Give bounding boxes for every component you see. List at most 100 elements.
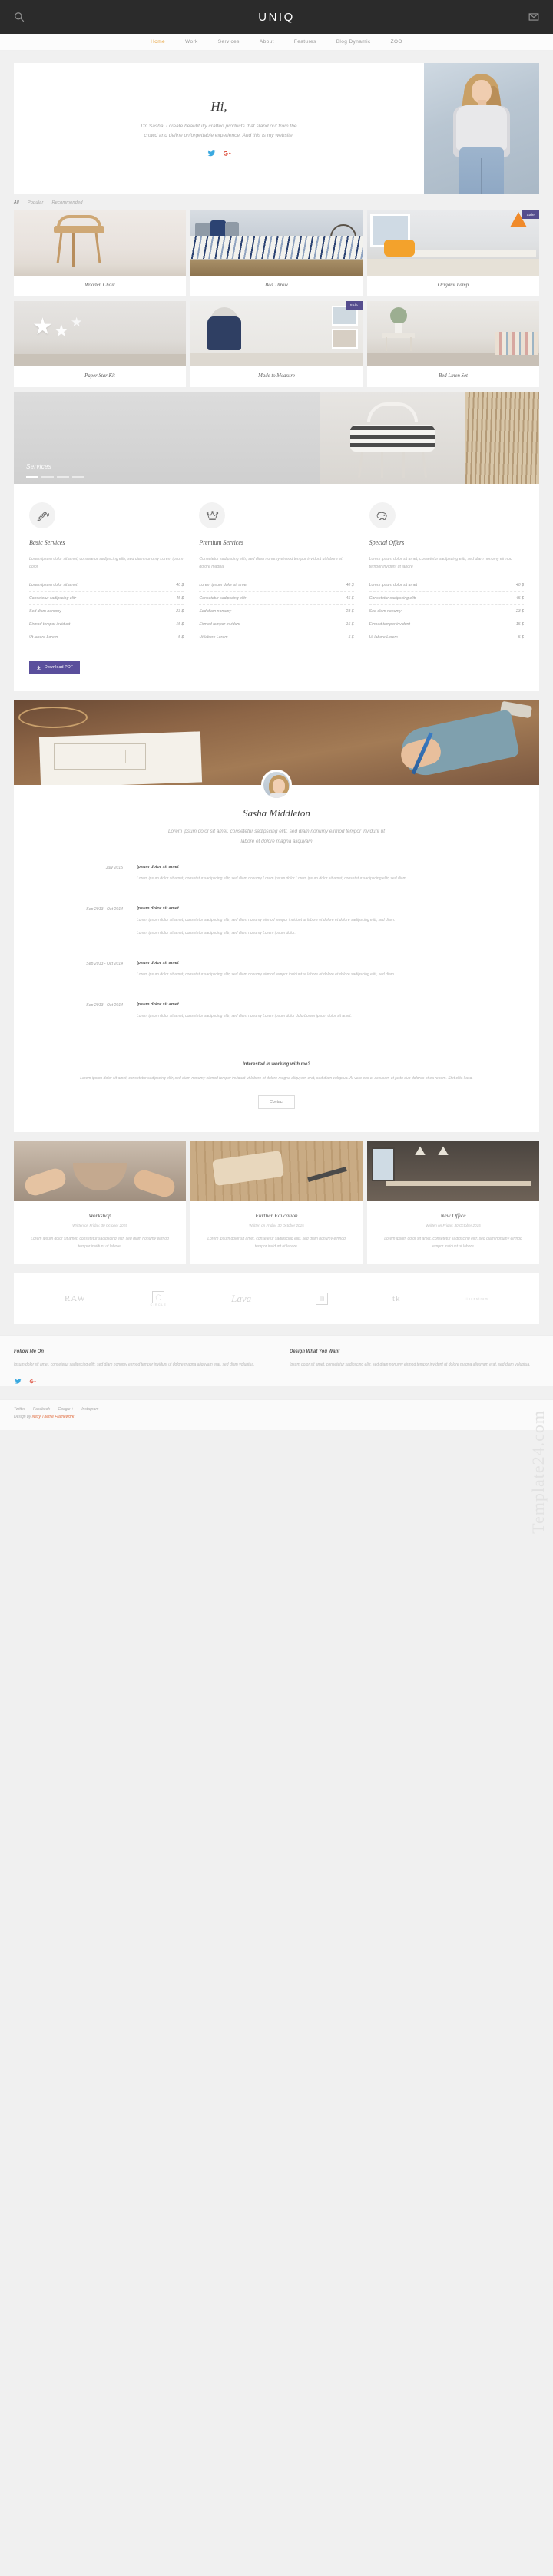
price-value: 45 $ <box>346 595 354 601</box>
client-logo-lindestrom[interactable]: lindestrom <box>465 1297 488 1300</box>
timeline-text: Lorem ipsum dolor sit amet, consetetur s… <box>137 931 296 936</box>
footer-column-follow: Follow Me On Ipsum dolor sit amet, conse… <box>14 1349 263 1386</box>
price-label: Consetetur sadipscing elitr <box>199 595 247 601</box>
blog-thumbnail[interactable] <box>367 1141 539 1202</box>
client-logo-text: Lava <box>231 1293 252 1305</box>
timeline-date: July 2015 <box>105 866 123 871</box>
banner-dot-2[interactable] <box>41 476 54 478</box>
banner-right <box>465 392 539 484</box>
banner-left <box>14 392 320 484</box>
nav-item-work[interactable]: Work <box>175 35 208 48</box>
download-pdf-button[interactable]: Download PDF <box>29 661 81 674</box>
contact-button[interactable]: Contact <box>258 1095 295 1110</box>
cta-title: Interested in working with me? <box>242 1062 310 1068</box>
page-root: UNIQ Home Work Services About Features B… <box>0 0 553 1534</box>
timeline-title: Ipsum dolor sit amet <box>137 961 179 966</box>
portfolio-item-title: Paper Star Kit <box>84 373 115 379</box>
portfolio-item[interactable]: Bed Linen Set <box>367 301 539 387</box>
blog-thumbnail[interactable] <box>190 1141 363 1202</box>
about-avatar-wrapper <box>14 769 539 800</box>
portfolio-item[interactable]: Sale Origami Lamp <box>367 210 539 296</box>
price-row: Consetetur sadipscing elitr 45 $ <box>369 592 524 605</box>
client-logo-mark[interactable]: ▤ <box>316 1293 329 1306</box>
timeline: July 2015 Ipsum dolor sit amet Lorem ips… <box>14 846 539 1058</box>
price-value: 5 $ <box>518 634 524 640</box>
footer-column-text: Ipsum dolor sit amet, consetetur sadipsc… <box>14 1362 255 1368</box>
portfolio-thumbnail[interactable] <box>14 210 186 276</box>
about-name: Sasha Middleton <box>243 806 310 819</box>
price-row: Eirmod tempor invidunt 15 $ <box>199 618 354 631</box>
google-plus-icon[interactable] <box>223 149 231 157</box>
timeline-title: Ipsum dolor sit amet <box>137 1002 179 1008</box>
price-label: Eirmod tempor invidunt <box>369 621 410 627</box>
price-value: 15 $ <box>346 621 354 627</box>
timeline-text: Lorem ipsum dolor sit amet, consetetur s… <box>137 876 408 882</box>
blog-excerpt: Lorem ipsum dolor sit amet, consetetur s… <box>31 1237 169 1250</box>
portfolio-thumbnail[interactable] <box>367 210 539 276</box>
portfolio-thumbnail[interactable] <box>190 301 363 366</box>
footer-link-google-plus[interactable]: Google + <box>58 1407 73 1412</box>
portfolio-item[interactable]: ★ ★ ★ Paper Star Kit <box>14 301 186 387</box>
banner-pagination[interactable] <box>26 476 84 478</box>
twitter-icon[interactable] <box>207 149 216 157</box>
blog-post[interactable]: Further Education Written on Friday, 30 … <box>190 1141 363 1265</box>
blog-section: Workshop Written on Friday, 30 October 2… <box>14 1141 539 1265</box>
banner-dot-3[interactable] <box>57 476 69 478</box>
price-label: Consetetur sadipscing elitr <box>369 595 416 601</box>
banner-dot-4[interactable] <box>72 476 84 478</box>
client-logo-lava[interactable]: Lava <box>231 1293 251 1305</box>
portfolio-grid: Wooden Chair Bed Throw Sale Origami Lamp… <box>0 210 553 387</box>
search-icon[interactable] <box>14 12 25 22</box>
site-logo[interactable]: UNIQ <box>0 11 553 24</box>
portfolio-item[interactable]: Sale Made to Measure <box>190 301 363 387</box>
twitter-icon[interactable] <box>14 1377 22 1386</box>
nav-item-blog-dynamic[interactable]: Blog Dynamic <box>326 35 381 48</box>
footer-column-text: Ipsum dolor sit amet, consetetur sadipsc… <box>290 1362 531 1368</box>
filter-recommended[interactable]: Recommended <box>52 200 83 205</box>
footer-link-facebook[interactable]: Facebook <box>33 1407 50 1412</box>
client-logos: RAW ◯ CIRCLE Lava ▤ tk lindestrom <box>14 1273 539 1325</box>
client-logo-circle[interactable]: ◯ CIRCLE <box>151 1291 167 1306</box>
banner-caption: Services <box>26 463 52 470</box>
price-label: Sed diam nonumy <box>199 608 232 614</box>
mail-icon[interactable] <box>528 12 539 22</box>
blog-post[interactable]: Workshop Written on Friday, 30 October 2… <box>14 1141 186 1265</box>
portfolio-thumbnail[interactable] <box>367 301 539 366</box>
footer-link-instagram[interactable]: Instagram <box>81 1407 98 1412</box>
blog-post[interactable]: New Office Written on Friday, 30 October… <box>367 1141 539 1265</box>
price-label: Ut labore Lorem <box>369 634 398 640</box>
services-banner[interactable]: Services <box>14 392 539 484</box>
copyright-prefix: Design by <box>14 1415 32 1420</box>
footer-link-twitter[interactable]: Twitter <box>14 1407 25 1412</box>
copyright-brand[interactable]: Nexy Theme Framework <box>32 1415 75 1419</box>
blog-meta: Written on Friday, 30 October 2015 <box>249 1223 304 1228</box>
main-navigation: Home Work Services About Features Blog D… <box>0 34 553 51</box>
nav-item-home[interactable]: Home <box>141 35 175 48</box>
filter-all[interactable]: All <box>14 200 19 205</box>
banner-dot-1[interactable] <box>26 476 38 478</box>
portfolio-item[interactable]: Wooden Chair <box>14 210 186 296</box>
portfolio-item[interactable]: Bed Throw <box>190 210 363 296</box>
nav-item-zoo[interactable]: ZOO <box>381 35 412 48</box>
hero-greeting: Hi, <box>210 98 227 114</box>
price-row: Lorem ipsum dolor sit amet 40 $ <box>199 579 354 592</box>
service-description: Consetetur sadipscing elitr, sed diam no… <box>199 557 343 570</box>
blog-thumbnail[interactable] <box>14 1141 186 1202</box>
nav-item-features[interactable]: Features <box>284 35 326 48</box>
google-plus-icon[interactable] <box>28 1377 37 1386</box>
timeline-text: Lorem ipsum dolor sit amet, consetetur s… <box>137 972 396 978</box>
cta-section: Interested in working with me? Lorem ips… <box>14 1058 539 1132</box>
crown-icon <box>199 502 226 528</box>
nav-item-services[interactable]: Services <box>208 35 250 48</box>
price-value: 45 $ <box>176 595 184 601</box>
price-label: Ut labore Lorem <box>29 634 58 640</box>
price-label: Lorem ipsum dolor sit amet <box>199 582 247 588</box>
nav-item-about[interactable]: About <box>250 35 284 48</box>
client-logo-raw[interactable]: RAW <box>65 1294 86 1303</box>
price-label: Sed diam nonumy <box>29 608 61 614</box>
client-logo-tk[interactable]: tk <box>392 1294 401 1303</box>
portfolio-thumbnail[interactable]: ★ ★ ★ <box>14 301 186 366</box>
cta-text: Lorem ipsum dolor sit amet, consetetur s… <box>80 1076 473 1081</box>
portfolio-thumbnail[interactable] <box>190 210 363 276</box>
filter-popular[interactable]: Popular <box>28 200 44 205</box>
